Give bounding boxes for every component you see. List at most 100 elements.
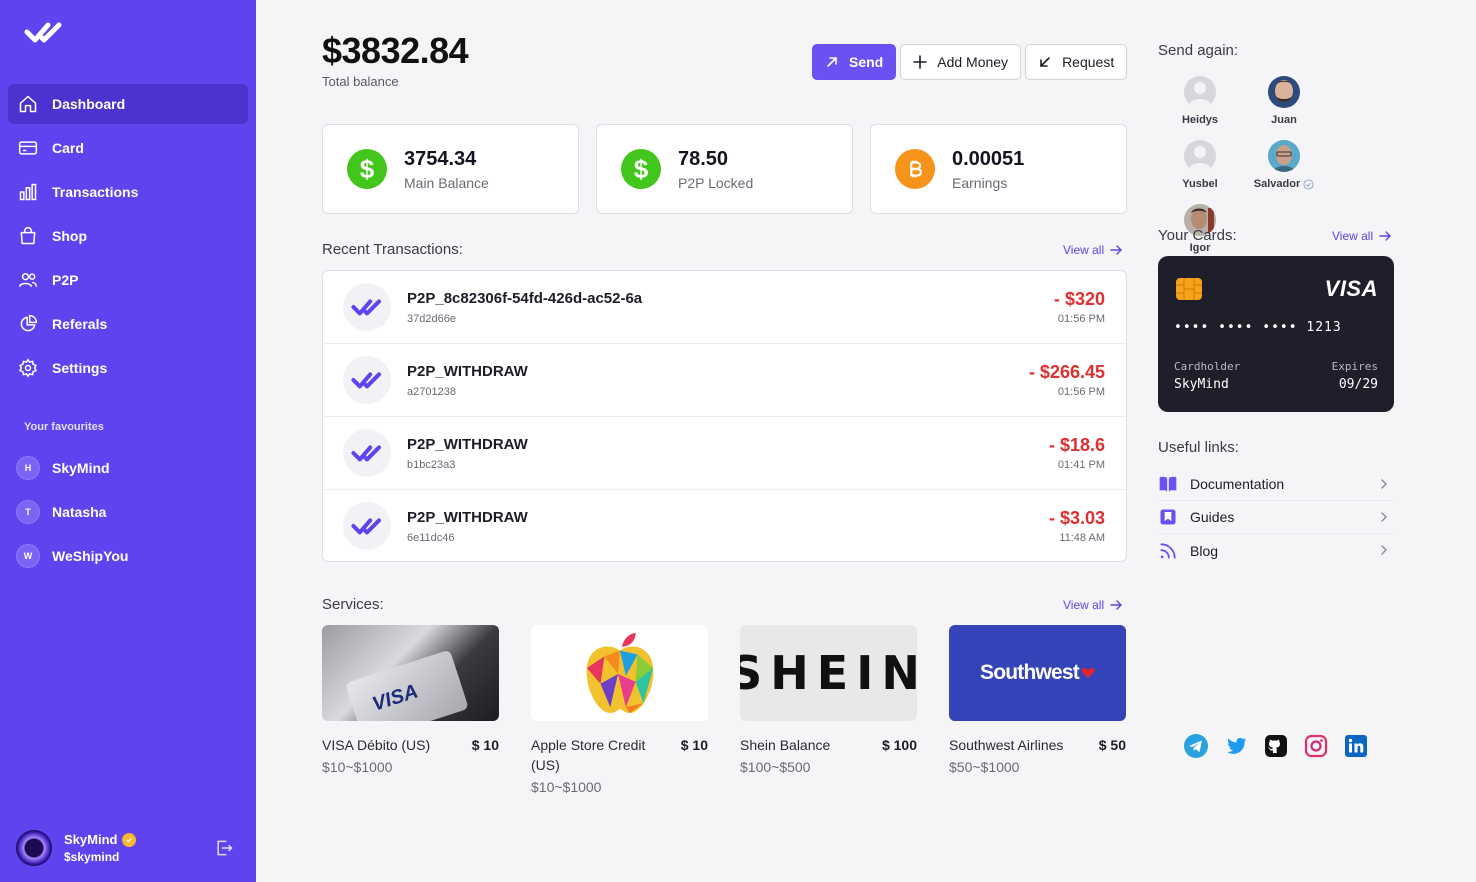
link-guides[interactable]: Guides [1158, 501, 1394, 534]
linkedin-icon[interactable] [1344, 734, 1368, 758]
transaction-time: 01:56 PM [1057, 386, 1105, 398]
service-name: VISA Débito (US) [322, 737, 431, 753]
recent-transactions-title: Recent Transactions: [322, 241, 463, 258]
favourite-item[interactable]: W WeShipYou [8, 536, 248, 576]
add-money-button[interactable]: Add Money [900, 44, 1022, 80]
services-view-all-link[interactable]: View all [1063, 598, 1123, 612]
favourite-item[interactable]: H SkyMind [8, 448, 248, 488]
user-profile[interactable]: SkyMind $skymind [16, 828, 240, 868]
table-row[interactable]: P2P_WITHDRAW 6e11dc46 - $3.03 11:48 AM [323, 490, 1126, 563]
sidebar-item-settings[interactable]: Settings [8, 348, 248, 388]
view-all-label: View all [1063, 243, 1105, 257]
transactions-list: P2P_8c82306f-54fd-426d-ac52-6a 37d2d66e … [322, 270, 1127, 562]
sidebar-item-p2p[interactable]: P2P [8, 260, 248, 300]
expires-label: Expires [1331, 360, 1378, 373]
sidebar: Dashboard Card Transactions Shop P2P Ref… [0, 0, 256, 882]
apple-logo-image [531, 625, 708, 721]
transaction-id: 6e11dc46 [407, 532, 455, 544]
logout-icon[interactable] [214, 838, 234, 858]
table-row[interactable]: P2P_8c82306f-54fd-426d-ac52-6a 37d2d66e … [323, 271, 1126, 344]
verified-icon [1303, 178, 1314, 190]
service-card-shein[interactable]: SHEIN Shein Balance $ 100 $100~$500 [740, 625, 917, 795]
transaction-id: b1bc23a3 [407, 459, 456, 471]
transaction-name: P2P_WITHDRAW [407, 509, 528, 526]
stat-card-p2p-locked: $ 78.50 P2P Locked [596, 124, 853, 214]
service-card-apple[interactable]: Apple Store Credit (US) $ 10 $10~$1000 [531, 625, 708, 795]
service-name: Southwest Airlines [949, 737, 1064, 753]
twitter-icon[interactable] [1224, 734, 1248, 758]
transaction-id: 37d2d66e [407, 313, 456, 325]
verified-icon [122, 832, 137, 847]
github-icon[interactable] [1264, 734, 1288, 758]
total-balance-label: Total balance [322, 74, 399, 89]
contact-item[interactable]: Juan [1242, 76, 1326, 126]
card-number: •••• •••• •••• 1213 [1174, 320, 1342, 335]
send-button[interactable]: Send [812, 44, 897, 80]
link-blog[interactable]: Blog [1158, 534, 1394, 567]
sidebar-item-dashboard[interactable]: Dashboard [8, 84, 248, 124]
sidebar-item-label: Shop [52, 228, 87, 244]
bitcoin-icon [895, 149, 935, 189]
transaction-amount: - $18.6 [1048, 435, 1105, 455]
favourite-badge: H [16, 456, 40, 480]
service-name: Apple Store Credit (US) [531, 737, 646, 773]
chevron-right-icon [1381, 512, 1387, 522]
header-actions: Send Add Money Request [812, 44, 1128, 80]
heart-icon [1081, 668, 1095, 678]
stat-label: Main Balance [404, 174, 489, 191]
contact-name: Yusbel [1182, 178, 1218, 190]
app-logo[interactable] [24, 20, 64, 44]
table-row[interactable]: P2P_WITHDRAW a2701238 - $266.45 01:56 PM [323, 344, 1126, 417]
book-icon [1159, 476, 1177, 492]
service-image-text: SHEIN [740, 646, 917, 700]
add-money-button-label: Add Money [937, 54, 1009, 70]
favourites-title: Your favourites [24, 421, 104, 433]
service-range: $100~$500 [740, 759, 811, 775]
instagram-icon[interactable] [1304, 734, 1328, 758]
sidebar-item-shop[interactable]: Shop [8, 216, 248, 256]
request-button[interactable]: Request [1025, 44, 1128, 80]
favourite-badge: T [16, 500, 40, 524]
pie-chart-icon [20, 314, 38, 332]
sidebar-item-card[interactable]: Card [8, 128, 248, 168]
service-card-southwest[interactable]: Southwest Southwest Airlines $ 50 $50~$1… [949, 625, 1126, 795]
cardholder-label: Cardholder [1174, 360, 1241, 373]
stat-label: P2P Locked [678, 174, 754, 191]
stat-label: Earnings [952, 174, 1008, 191]
sidebar-item-label: Dashboard [52, 96, 126, 112]
double-check-icon [343, 356, 391, 404]
social-links [1184, 734, 1368, 758]
transactions-view-all-link[interactable]: View all [1063, 243, 1123, 257]
telegram-icon[interactable] [1184, 734, 1208, 758]
table-row[interactable]: P2P_WITHDRAW b1bc23a3 - $18.6 01:41 PM [323, 417, 1126, 490]
payment-card[interactable]: VISA •••• •••• •••• 1213 Cardholder SkyM… [1158, 256, 1394, 412]
service-name: Shein Balance [740, 737, 831, 753]
service-card-visa[interactable]: VISA VISA Débito (US) $ 10 $10~$1000 [322, 625, 499, 795]
avatar [1184, 76, 1216, 108]
sidebar-item-referals[interactable]: Referals [8, 304, 248, 344]
transaction-id: a2701238 [407, 386, 456, 398]
service-image-text: Southwest [980, 661, 1080, 684]
service-price: $ 50 [1098, 737, 1126, 753]
user-name: SkyMind [64, 832, 118, 847]
contact-item[interactable]: Salvador [1242, 140, 1326, 190]
send-button-label: Send [849, 54, 884, 70]
favourite-item[interactable]: T Natasha [8, 492, 248, 532]
contact-item[interactable]: Heidys [1158, 76, 1242, 126]
link-label: Documentation [1190, 476, 1285, 492]
shopping-bag-icon [20, 227, 36, 245]
sidebar-item-label: Card [52, 140, 84, 156]
double-check-icon [343, 502, 391, 550]
cards-view-all-link[interactable]: View all [1332, 229, 1392, 243]
contact-item[interactable]: Yusbel [1158, 140, 1242, 190]
link-label: Guides [1190, 509, 1235, 525]
card-brand: VISA [1324, 276, 1378, 301]
rss-icon [1160, 542, 1176, 559]
link-label: Blog [1190, 542, 1219, 559]
dollar-icon: $ [347, 149, 387, 189]
sidebar-item-label: Referals [52, 316, 108, 332]
contact-name: Heidys [1181, 114, 1219, 126]
link-documentation[interactable]: Documentation [1158, 468, 1394, 501]
transaction-name: P2P_WITHDRAW [407, 436, 528, 453]
sidebar-item-transactions[interactable]: Transactions [8, 172, 248, 212]
